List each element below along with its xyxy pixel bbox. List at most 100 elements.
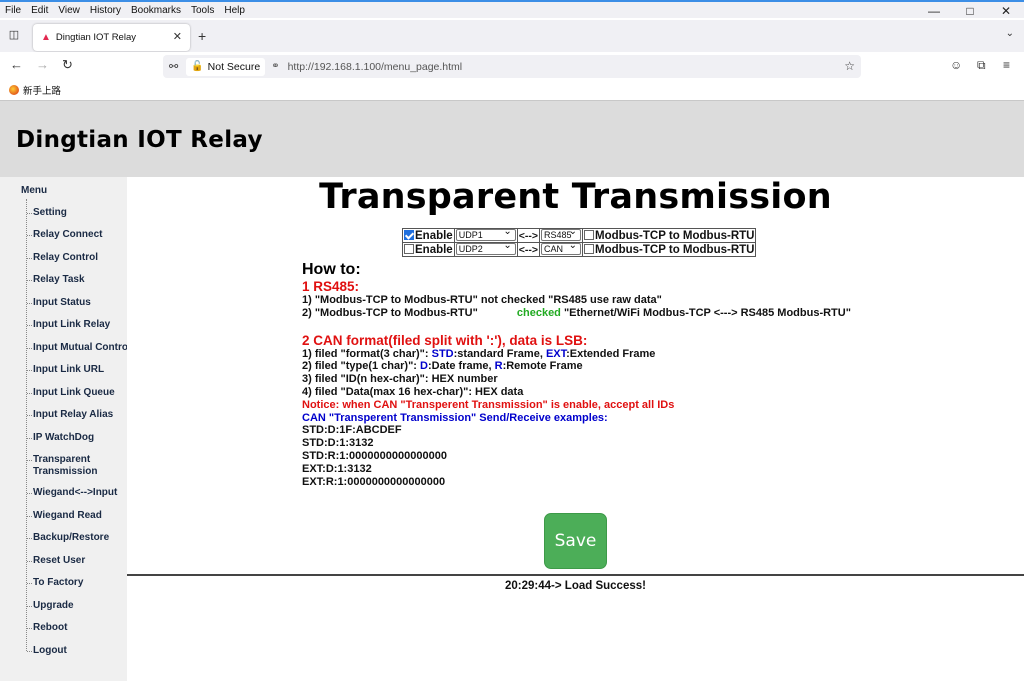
- sidebar-item-relay-connect[interactable]: Relay Connect: [26, 229, 102, 241]
- howto-heading: How to:: [302, 261, 361, 278]
- url-text[interactable]: http://192.168.1.100/menu_page.html: [288, 61, 463, 73]
- security-indicator[interactable]: 🔓 Not Secure: [186, 57, 266, 76]
- sidebar-item-input-link-relay[interactable]: Input Link Relay: [26, 319, 110, 331]
- chevron-down-icon[interactable]: ⌄: [1006, 28, 1014, 39]
- std-keyword: STD: [431, 347, 454, 360]
- browser-menubar: File Edit View History Bookmarks Tools H…: [0, 0, 1024, 18]
- close-window-icon[interactable]: ✕: [988, 4, 1024, 18]
- insecure-lock-icon: 🔓: [191, 61, 204, 72]
- page-header: Dingtian IOT Relay: [0, 100, 1024, 177]
- tab-list-icon[interactable]: ◫: [6, 28, 22, 44]
- menu-history[interactable]: History: [85, 5, 126, 16]
- menu-file[interactable]: File: [0, 5, 26, 16]
- enable-label: Enable: [415, 229, 453, 242]
- example-line: EXT:D:1:3132: [302, 462, 372, 475]
- rs485-line-2: 2) "Modbus-TCP to Modbus-RTU" checked "E…: [302, 307, 1002, 320]
- menu-help[interactable]: Help: [219, 5, 250, 16]
- sidebar-item-input-mutual-control[interactable]: Input Mutual Control: [27, 342, 133, 354]
- config-row-1: Enable UDP1 <--> RS485 Modbus-TCP to Mod…: [402, 227, 757, 243]
- minimize-icon[interactable]: —: [916, 4, 952, 18]
- tab-bar: ◫ ▲ Dingtian IOT Relay ✕ + ⌄: [0, 20, 1024, 52]
- can-line-4: 4) filed "Data(max 16 hex-char)": HEX da…: [302, 385, 524, 398]
- howto-section: How to: 1 RS485: 1) "Modbus-TCP to Modbu…: [302, 261, 1002, 488]
- bookmark-star-icon[interactable]: ☆: [844, 59, 855, 73]
- firefox-icon: [9, 85, 19, 95]
- can-heading: 2 CAN format(filed split with ':'), data…: [302, 332, 588, 348]
- sidebar-item-to-factory[interactable]: To Factory: [26, 577, 83, 589]
- divider: [127, 574, 1024, 576]
- menu-tools[interactable]: Tools: [186, 5, 219, 16]
- account-icon[interactable]: ☺: [950, 58, 962, 72]
- sidebar-item-wiegand-read[interactable]: Wiegand Read: [27, 510, 102, 522]
- rs485-line-1: 1) "Modbus-TCP to Modbus-RTU" not checke…: [302, 294, 662, 306]
- sidebar-item-wiegand-input[interactable]: Wiegand<-->Input: [26, 487, 117, 499]
- sidebar-item-logout[interactable]: Logout: [27, 645, 67, 657]
- modbus-checkbox-1[interactable]: [583, 229, 594, 240]
- menu-edit[interactable]: Edit: [26, 5, 53, 16]
- enable-checkbox-2[interactable]: [404, 243, 414, 254]
- close-tab-icon[interactable]: ✕: [173, 30, 182, 43]
- rs485-line-2-a: 2) "Modbus-TCP to Modbus-RTU": [302, 306, 478, 319]
- examples-heading: CAN "Transperent Transmission" Send/Rece…: [302, 411, 608, 424]
- rs485-line-2-b: "Ethernet/WiFi Modbus-TCP <---> RS485 Mo…: [563, 306, 851, 319]
- transmission-config-table: Enable UDP1 <--> RS485 Modbus-TCP to Mod…: [402, 227, 757, 257]
- enable-cell: Enable: [402, 228, 455, 243]
- sidebar-item-backup-restore[interactable]: Backup/Restore: [26, 532, 109, 544]
- sidebar-item-upgrade[interactable]: Upgrade: [27, 600, 74, 612]
- sidebar-item-input-link-queue[interactable]: Input Link Queue: [27, 387, 115, 399]
- sidebar-menu: Menu Setting Relay Connect Relay Control…: [0, 177, 131, 681]
- new-tab-icon[interactable]: +: [198, 28, 206, 44]
- app-menu-icon[interactable]: ≡: [1003, 58, 1010, 72]
- arrow-label: <-->: [516, 228, 540, 243]
- sidebar-item-ip-watchdog[interactable]: IP WatchDog: [26, 432, 94, 444]
- reload-icon[interactable]: ↻: [62, 57, 73, 73]
- enable-cell: Enable: [402, 242, 455, 257]
- save-button[interactable]: Save: [544, 513, 607, 569]
- sidebar-item-setting[interactable]: Setting: [27, 207, 67, 219]
- arrow-label: <-->: [516, 242, 540, 257]
- protocol-cell: UDP2: [453, 241, 518, 257]
- sidebar-item-input-status[interactable]: Input Status: [27, 297, 91, 309]
- tab-dingtian[interactable]: ▲ Dingtian IOT Relay ✕: [33, 24, 190, 51]
- protocol-select-2[interactable]: UDP2: [455, 241, 516, 256]
- sidebar-item-transparent-transmission[interactable]: Transparent Transmission: [27, 454, 101, 478]
- url-bar[interactable]: ⚯ 🔓 Not Secure ⚭ http://192.168.1.100/me…: [163, 55, 861, 78]
- maximize-icon[interactable]: □: [952, 4, 988, 18]
- back-icon[interactable]: ←: [10, 57, 23, 72]
- can1-text: :standard Frame,: [453, 347, 546, 360]
- site-title: Dingtian IOT Relay: [16, 127, 263, 153]
- enable-label: Enable: [415, 243, 453, 256]
- menu-title: Menu: [21, 185, 48, 196]
- bookmark-item[interactable]: 新手上路: [23, 83, 61, 97]
- example-line: STD:R:1:0000000000000000: [302, 449, 447, 462]
- can2-text: :Date frame,: [427, 360, 495, 373]
- can1-text: :Extended Frame: [566, 347, 656, 360]
- sidebar-item-reset-user[interactable]: Reset User: [26, 555, 85, 567]
- page-title: Transparent Transmission: [319, 177, 832, 217]
- sidebar-item-input-relay-alias[interactable]: Input Relay Alias: [26, 409, 113, 421]
- key-icon[interactable]: ⚭: [271, 61, 279, 72]
- example-line: STD:D:1:3132: [302, 437, 374, 450]
- can2-text: :Remote Frame: [502, 360, 583, 373]
- extensions-icon[interactable]: ⧉: [977, 58, 986, 73]
- forward-icon[interactable]: →: [36, 57, 49, 72]
- config-row-2: Enable UDP2 <--> CAN Modbus-TCP to Modbu…: [402, 241, 757, 257]
- tab-title: Dingtian IOT Relay: [55, 32, 136, 43]
- sidebar-item-reboot[interactable]: Reboot: [26, 622, 67, 634]
- can2-text: 2) filed "type(1 char)":: [302, 360, 421, 373]
- shield-icon[interactable]: ⚯: [169, 60, 178, 73]
- modbus-checkbox-2[interactable]: [583, 243, 594, 254]
- security-label: Not Secure: [207, 60, 261, 73]
- bookmarks-bar: 新手上路: [0, 80, 1024, 100]
- sidebar-item-relay-task[interactable]: Relay Task: [27, 274, 85, 286]
- enable-checkbox-1[interactable]: [404, 229, 414, 240]
- port-select-2[interactable]: CAN: [540, 241, 581, 256]
- sidebar-item-input-link-url[interactable]: Input Link URL: [26, 364, 104, 376]
- menu-bookmarks[interactable]: Bookmarks: [126, 5, 186, 16]
- main-content: Transparent Transmission Enable UDP1 <--…: [127, 177, 1024, 681]
- menu-view[interactable]: View: [53, 5, 85, 16]
- modbus-label: Modbus-TCP to Modbus-RTU: [594, 243, 755, 256]
- mode-cell: Modbus-TCP to Modbus-RTU: [581, 242, 757, 257]
- can-line-2: 2) filed "type(1 char)": D:Date frame, R…: [302, 360, 1002, 373]
- sidebar-item-relay-control[interactable]: Relay Control: [26, 252, 98, 264]
